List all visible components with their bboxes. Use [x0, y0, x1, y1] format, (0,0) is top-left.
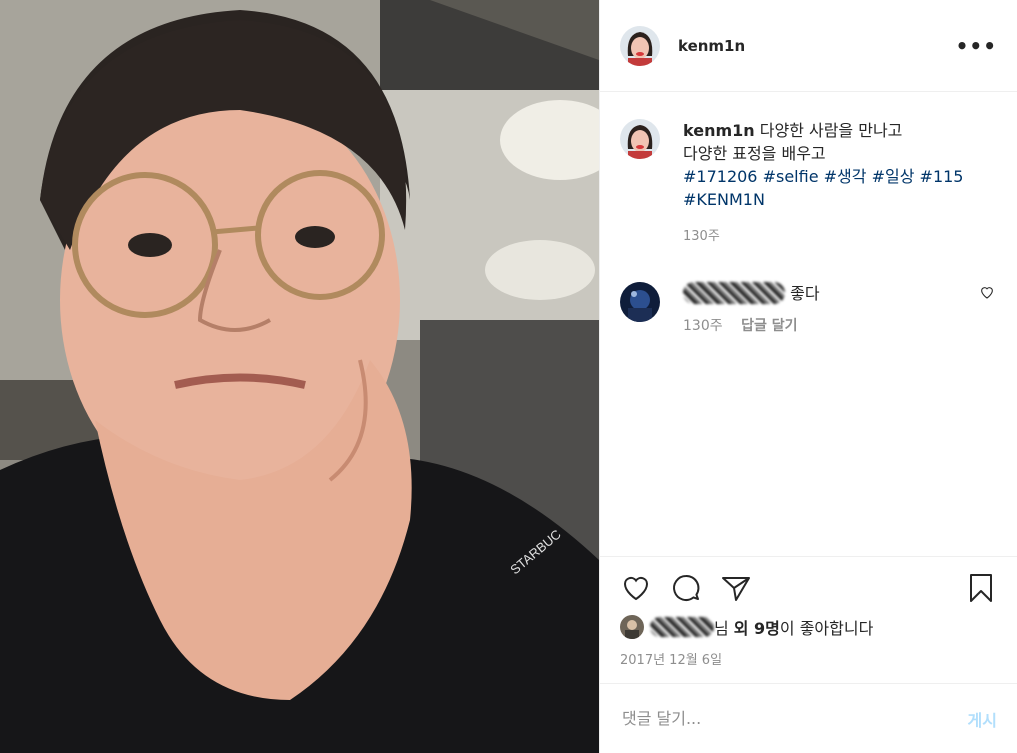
post-header: kenm1n •••: [600, 0, 1017, 92]
hashtag[interactable]: #일상: [872, 167, 915, 186]
hashtag[interactable]: #115: [920, 167, 964, 186]
share-send-icon[interactable]: [720, 572, 752, 604]
bookmark-save-icon[interactable]: [965, 572, 997, 604]
author-avatar[interactable]: [620, 25, 660, 66]
post-caption: kenm1n 다양한 사람을 만나고 다양한 표정을 배우고 #171206 #…: [620, 119, 997, 248]
post-date: 2017년 12월 6일: [620, 653, 723, 668]
post-viewer: STARBUC kenm1n ••• kenm1n 다양한 사람을 만나고 다양…: [0, 0, 1017, 753]
commenter-avatar[interactable]: [620, 282, 660, 322]
likes-summary: 님 외 9명 이 좋아합니다: [620, 615, 997, 639]
hashtag[interactable]: #KENM1N: [683, 190, 765, 209]
liker-username-redacted[interactable]: [650, 617, 714, 637]
comment-text: 좋다: [790, 284, 820, 303]
post-sidebar: kenm1n ••• kenm1n 다양한 사람을 만나고 다양한 표정을 배우…: [599, 0, 1017, 753]
liker-avatar[interactable]: [620, 615, 644, 639]
comments-section: kenm1n 다양한 사람을 만나고 다양한 표정을 배우고 #171206 #…: [600, 93, 1017, 555]
reply-button[interactable]: 답글 달기: [741, 318, 797, 334]
commenter-username-redacted[interactable]: [683, 282, 785, 304]
hashtag[interactable]: #171206: [683, 167, 757, 186]
comment-bubble-icon[interactable]: [670, 572, 702, 604]
like-heart-icon[interactable]: [620, 572, 652, 604]
comment-timestamp: 130주: [683, 318, 723, 334]
post-comment-button[interactable]: 게시: [968, 707, 997, 731]
likes-tail-text: 이 좋아합니다: [779, 619, 874, 638]
caption-timestamp: 130주: [683, 229, 720, 244]
caption-author-username[interactable]: kenm1n: [683, 121, 755, 140]
caption-line-2: 다양한 표정을 배우고: [683, 144, 826, 163]
caption-author-avatar[interactable]: [620, 119, 660, 159]
comment-item: 좋다 130주 답글 달기: [620, 282, 997, 338]
add-comment-bar: 게시: [600, 683, 1017, 753]
more-options-icon[interactable]: •••: [956, 36, 997, 56]
likes-others-count[interactable]: 외 9명: [734, 615, 780, 639]
post-actions: 님 외 9명 이 좋아합니다 2017년 12월 6일: [600, 556, 1017, 682]
comment-input[interactable]: [620, 708, 968, 729]
author-username[interactable]: kenm1n: [678, 37, 745, 55]
caption-line-1: 다양한 사람을 만나고: [759, 121, 903, 140]
hashtag[interactable]: #selfie: [763, 167, 819, 186]
post-photo[interactable]: STARBUC: [0, 0, 599, 753]
hashtag[interactable]: #생각: [824, 167, 867, 186]
likes-name-suffix: 님: [714, 619, 729, 638]
comment-like-heart-icon[interactable]: [979, 284, 995, 300]
